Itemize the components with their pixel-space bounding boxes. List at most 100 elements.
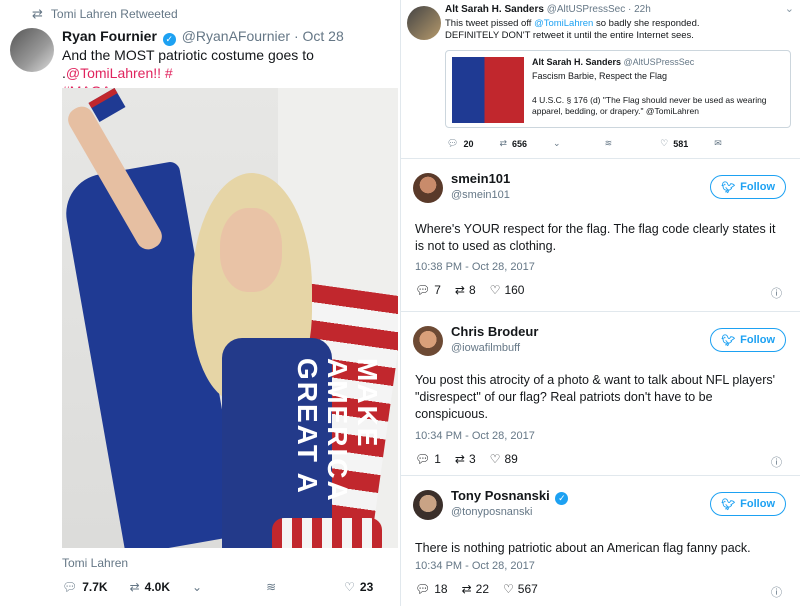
avatar[interactable] (413, 173, 443, 203)
reply-action[interactable]: 💬︎ 1 (415, 452, 441, 466)
reply-text: Where's YOUR respect for the flag. The f… (415, 222, 776, 253)
follow-button[interactable]: 🐦︎ Follow (710, 328, 786, 352)
reply-action[interactable]: 💬︎ 18 (415, 582, 448, 596)
reply-count: 20 (463, 138, 474, 149)
reply-actions: 💬︎ 7 ⇄ 8 ♡ 160 (415, 283, 524, 297)
reply-text: You post this atrocity of a photo & want… (415, 373, 775, 421)
like-count: 160 (504, 283, 525, 297)
reply-author-name[interactable]: smein101 (451, 171, 510, 186)
author-handle[interactable]: @RyanAFournier (182, 28, 290, 44)
save-action[interactable]: ⌄ (192, 580, 202, 594)
reply-author-name[interactable]: Chris Brodeur (451, 324, 538, 339)
avatar[interactable] (413, 326, 443, 356)
heart-icon: ♡ (503, 582, 514, 596)
reply-action[interactable]: 💬︎ 20 (447, 138, 473, 149)
tweet-photo[interactable]: MAKE AMERICA GREAT A (62, 88, 398, 548)
retweet-indicator: ⇄ Tomi Lahren Retweeted (32, 6, 178, 22)
reply-action[interactable]: 💬︎ 7.7K (62, 580, 108, 594)
reply-count: 1 (434, 452, 441, 466)
tweet-text: This tweet pissed off @TomiLahren so bad… (445, 18, 775, 42)
retweet-icon: ⇄ (454, 452, 465, 466)
retweet-count: 8 (468, 283, 476, 297)
tweet-actions: 💬︎ 7.7K ⇄ 4.0K ⌄ ≋ ♡ 23 (62, 580, 373, 594)
tweet-text-a: This tweet pissed off (445, 18, 535, 29)
reply-author-handle[interactable]: @iowafilmbuff (451, 342, 520, 354)
message-action[interactable]: ✉ (714, 138, 722, 149)
author-row: Alt Sarah H. Sanders @AltUSPressSec · 22… (445, 4, 651, 15)
info-icon[interactable]: ⓘ (771, 454, 782, 470)
reply-card: Tony Posnanski ✓ @tonyposnanski 🐦︎ Follow… (400, 475, 800, 606)
author-name[interactable]: Alt Sarah H. Sanders (445, 4, 544, 15)
reply-author-handle[interactable]: @tonyposnanski (451, 506, 533, 518)
retweet-action[interactable]: ⇄ 22 (462, 582, 489, 596)
reply-count: 7 (434, 283, 441, 297)
like-action[interactable]: ♡ 160 (490, 283, 525, 297)
quoted-tweet[interactable]: Alt Sarah H. Sanders @AltUSPressSec Fasc… (445, 50, 791, 128)
verified-icon: ✓ (162, 33, 176, 46)
info-icon[interactable]: ⓘ (771, 584, 782, 600)
save-action[interactable]: ⌄ (553, 138, 561, 149)
reply-time[interactable]: 10:38 PM - Oct 28, 2017 (415, 261, 535, 273)
mention-link[interactable]: @TomiLahren (534, 18, 593, 29)
follow-button[interactable]: 🐦︎ Follow (710, 175, 786, 199)
author-row: Ryan Fournier ✓ @RyanAFournier · Oct 28 (62, 28, 344, 46)
follow-button[interactable]: 🐦︎ Follow (710, 492, 786, 516)
reply-time[interactable]: 10:34 PM - Oct 28, 2017 (415, 430, 535, 442)
reply-card: smein101 @smein101 🐦︎ Follow Where's YOUR… (400, 158, 800, 311)
reply-actions: 💬︎ 18 ⇄ 22 ♡ 567 (415, 582, 538, 596)
reply-icon: 💬︎ (447, 138, 459, 148)
like-action[interactable]: ♡ 567 (503, 582, 538, 596)
photo-credit: Tomi Lahren (62, 556, 129, 570)
reply-author-handle[interactable]: @smein101 (451, 189, 510, 201)
like-action[interactable]: ♡ 89 (490, 452, 518, 466)
buffer-action[interactable]: ≋ (266, 580, 276, 594)
author-name[interactable]: Ryan Fournier (62, 28, 157, 44)
follow-label: Follow (740, 498, 775, 510)
bird-icon: 🐦︎ (721, 498, 736, 511)
layers-icon: ≋ (604, 138, 613, 148)
retweet-action[interactable]: ⇄ 8 (455, 283, 476, 297)
heart-icon: ♡ (489, 452, 501, 466)
retweet-count: 656 (512, 138, 528, 149)
reply-author-row: Tony Posnanski ✓ (451, 488, 570, 505)
like-count: 23 (359, 580, 374, 594)
reply-icon: 💬︎ (415, 283, 431, 297)
avatar[interactable] (10, 28, 54, 72)
mention-link[interactable]: @TomiLahren (66, 65, 153, 81)
photo-fanny-pack (272, 518, 382, 548)
like-action[interactable]: ♡ 23 (344, 580, 373, 594)
tweet-time[interactable]: · 22h (628, 4, 651, 15)
retweet-icon: ⇄ (461, 582, 472, 596)
quoted-line-2: 4 U.S.C. § 176 (d) "The Flag should neve… (532, 95, 767, 116)
reply-count: 7.7K (82, 580, 108, 594)
retweet-label: Tomi Lahren Retweeted (50, 7, 178, 21)
retweet-action[interactable]: ⇄ 4.0K (130, 580, 170, 594)
avatar[interactable] (413, 490, 443, 520)
photo-face (220, 208, 282, 292)
avatar[interactable] (407, 6, 441, 40)
reply-text: There is nothing patriotic about an Amer… (415, 541, 751, 555)
reply-author-name[interactable]: Tony Posnanski (451, 488, 550, 503)
like-action[interactable]: ♡ 581 (660, 138, 688, 149)
retweet-icon: ⇄ (499, 138, 507, 148)
reply-card: Chris Brodeur @iowafilmbuff 🐦︎ Follow You… (400, 311, 800, 475)
retweet-action[interactable]: ⇄ 3 (455, 452, 476, 466)
tweet-date[interactable]: · Oct 28 (294, 28, 344, 44)
heart-icon: ♡ (489, 283, 501, 297)
tweet-text-c: DEFINITELY DON'T retweet it until the en… (445, 30, 694, 41)
author-handle[interactable]: @AltUSPressSec (547, 4, 626, 15)
retweet-icon: ⇄ (129, 580, 140, 594)
follow-label: Follow (740, 181, 775, 193)
buffer-action[interactable]: ≋ (605, 138, 613, 149)
retweet-action[interactable]: ⇄ 656 (499, 138, 527, 149)
info-icon[interactable]: ⓘ (771, 285, 782, 301)
verified-icon: ✓ (555, 492, 569, 505)
like-count: 567 (517, 582, 538, 596)
reply-action[interactable]: 💬︎ 7 (415, 283, 441, 297)
reply-time[interactable]: 10:34 PM - Oct 28, 2017 (415, 560, 535, 572)
reply-icon: 💬︎ (415, 582, 431, 596)
quoted-photo (452, 57, 524, 123)
chevron-down-icon[interactable]: ⌄ (785, 2, 794, 15)
quoted-author-handle: @AltUSPressSec (623, 57, 695, 67)
tweet-actions: 💬︎ 20 ⇄ 656 ⌄ ≋ ♡ 581 ✉ (447, 138, 722, 149)
